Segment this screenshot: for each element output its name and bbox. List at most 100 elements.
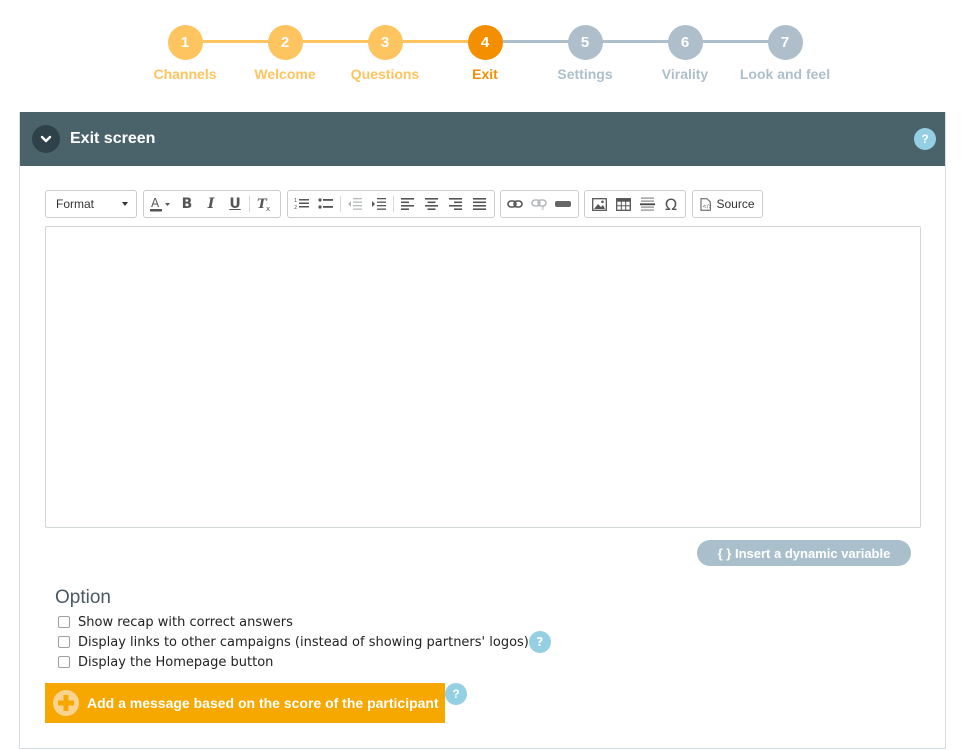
homepage-button-label[interactable]: Display the Homepage button xyxy=(78,655,273,670)
format-select-label: Format xyxy=(56,197,95,211)
step-number: 4 xyxy=(467,25,503,60)
step-number: 5 xyxy=(567,25,603,60)
step-virality[interactable]: 6 Virality xyxy=(630,25,740,82)
display-links-checkbox[interactable] xyxy=(58,636,70,648)
justify-icon xyxy=(473,198,486,210)
remove-format-icon: T x xyxy=(257,197,270,212)
panel-title: Exit screen xyxy=(70,130,156,147)
show-recap-label[interactable]: Show recap with correct answers xyxy=(78,615,293,630)
svg-text:x: x xyxy=(266,205,270,212)
step-number: 3 xyxy=(367,25,403,60)
help-icon[interactable]: ? xyxy=(528,631,551,653)
rich-text-editor[interactable] xyxy=(45,226,921,528)
align-left-button[interactable] xyxy=(396,191,420,217)
step-look-and-feel[interactable]: 7 Look and feel xyxy=(730,25,840,82)
option-homepage-button: Display the Homepage button xyxy=(58,654,273,670)
link-button[interactable] xyxy=(503,191,527,217)
step-welcome[interactable]: 2 Welcome xyxy=(230,25,340,82)
caret-down-icon xyxy=(122,202,128,206)
toolbar-separator xyxy=(393,196,394,212)
unlink-button[interactable]: x xyxy=(527,191,551,217)
option-show-recap: Show recap with correct answers xyxy=(58,614,293,630)
step-channels[interactable]: 1 Channels xyxy=(130,25,240,82)
step-label: Welcome xyxy=(254,66,316,82)
unlink-icon: x xyxy=(531,199,547,210)
special-character-button[interactable]: Ω xyxy=(659,191,683,217)
decrease-indent-button[interactable] xyxy=(343,191,367,217)
step-label: Channels xyxy=(153,66,217,82)
help-icon[interactable]: ? xyxy=(914,128,936,150)
step-label: Look and feel xyxy=(739,66,831,82)
plus-icon xyxy=(53,690,79,716)
bulleted-list-icon xyxy=(318,198,333,209)
option-heading: Option xyxy=(55,587,111,608)
step-number: 2 xyxy=(267,25,303,60)
horizontal-line-icon xyxy=(639,197,655,211)
panel-header: Exit screen ? xyxy=(20,112,945,166)
svg-text:A: A xyxy=(151,196,160,210)
bulleted-list-button[interactable] xyxy=(314,191,338,217)
align-center-button[interactable] xyxy=(420,191,444,217)
source-icon: </> xyxy=(700,197,712,211)
step-label: Virality xyxy=(661,66,709,82)
option-display-links: Display links to other campaigns (instea… xyxy=(58,631,551,653)
display-links-label[interactable]: Display links to other campaigns (instea… xyxy=(78,635,529,650)
increase-indent-button[interactable] xyxy=(367,191,391,217)
step-label: Settings xyxy=(557,66,613,82)
editor-toolbar: Format A B I U T x 1 2 x Ω </> Source xyxy=(45,190,925,218)
step-label: Exit xyxy=(472,66,498,82)
add-score-message-button[interactable]: Add a message based on the score of the … xyxy=(45,683,445,723)
step-number: 6 xyxy=(667,25,703,60)
step-exit[interactable]: 4 Exit xyxy=(430,25,540,82)
horizontal-line-button[interactable] xyxy=(635,191,659,217)
anchor-button[interactable] xyxy=(551,191,575,217)
exit-screen-panel: Exit screen ? Format A B I U T x 1 2 x Ω… xyxy=(19,112,946,749)
remove-format-button[interactable]: T x xyxy=(252,191,276,217)
image-button[interactable] xyxy=(587,191,611,217)
justify-button[interactable] xyxy=(468,191,492,217)
format-select[interactable]: Format xyxy=(45,190,137,218)
insert-group: Ω xyxy=(584,190,686,218)
align-right-button[interactable] xyxy=(444,191,468,217)
link-icon xyxy=(507,200,523,208)
anchor-icon xyxy=(555,201,571,207)
numbered-list-button[interactable]: 1 2 xyxy=(290,191,314,217)
insert-dynamic-variable-button[interactable]: { } Insert a dynamic variable xyxy=(697,540,911,566)
homepage-button-checkbox[interactable] xyxy=(58,656,70,668)
decrease-indent-icon xyxy=(348,198,362,210)
paragraph-group: 1 2 xyxy=(287,190,495,218)
text-color-icon: A xyxy=(150,196,170,212)
underline-button[interactable]: U xyxy=(223,191,247,217)
step-label: Questions xyxy=(350,66,420,82)
svg-text:x: x xyxy=(541,205,545,210)
align-right-icon xyxy=(449,198,462,210)
source-button[interactable]: </> Source xyxy=(692,190,763,218)
help-icon[interactable]: ? xyxy=(445,683,467,705)
source-label: Source xyxy=(716,197,755,211)
align-left-icon xyxy=(401,198,414,210)
increase-indent-icon xyxy=(372,198,386,210)
svg-text:</>: </> xyxy=(703,204,712,210)
table-icon xyxy=(615,197,631,211)
align-center-icon xyxy=(425,198,438,210)
add-score-message-label: Add a message based on the score of the … xyxy=(87,695,439,711)
italic-button[interactable]: I xyxy=(199,191,223,217)
step-number: 7 xyxy=(767,25,803,60)
bold-button[interactable]: B xyxy=(175,191,199,217)
step-questions[interactable]: 3 Questions xyxy=(330,25,440,82)
collapse-button[interactable] xyxy=(32,125,60,153)
step-settings[interactable]: 5 Settings xyxy=(530,25,640,82)
show-recap-checkbox[interactable] xyxy=(58,616,70,628)
svg-text:2: 2 xyxy=(294,205,297,211)
toolbar-separator xyxy=(249,196,250,212)
text-color-button[interactable]: A xyxy=(147,191,175,217)
step-number: 1 xyxy=(167,25,203,60)
chevron-down-icon xyxy=(40,135,52,143)
step-progress: 1 Channels 2 Welcome 3 Questions 4 Exit … xyxy=(0,0,969,100)
svg-text:1: 1 xyxy=(294,198,297,204)
link-group: x xyxy=(500,190,579,218)
image-icon xyxy=(591,197,607,211)
toolbar-separator xyxy=(340,196,341,212)
table-button[interactable] xyxy=(611,191,635,217)
text-style-group: A B I U T x xyxy=(143,190,281,218)
